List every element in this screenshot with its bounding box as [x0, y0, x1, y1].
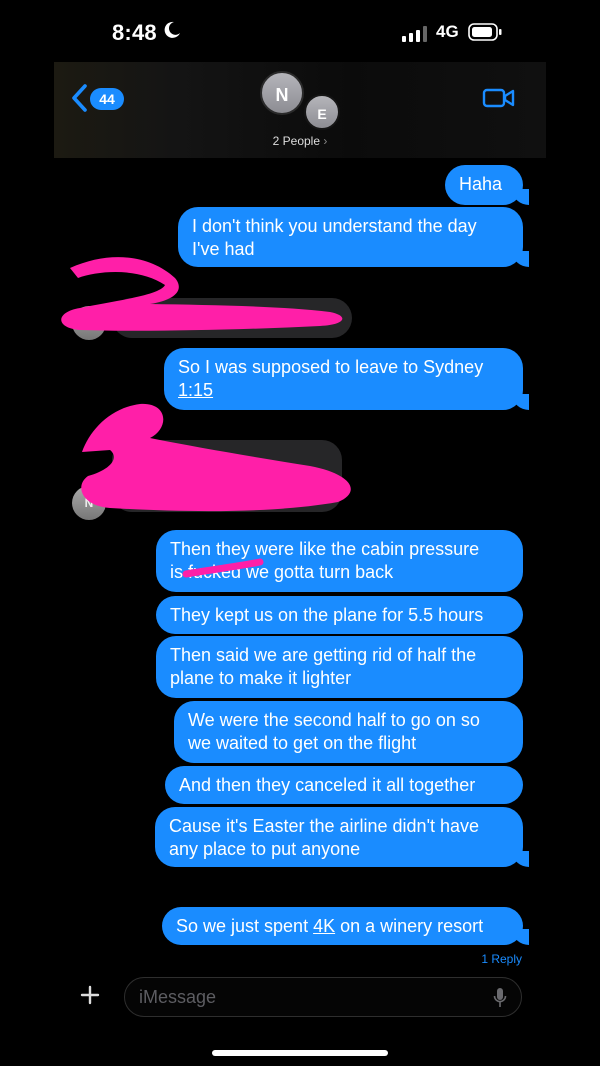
avatar-e[interactable]: E — [304, 94, 340, 130]
plus-icon[interactable] — [78, 983, 102, 1007]
message-text: Cause it's Easter the airline didn't hav… — [169, 816, 480, 836]
message-text: I don't think you understand the day — [192, 216, 477, 236]
message-text: We were the second half to go on so — [188, 710, 480, 730]
message-text: is fucked we gotta turn back — [170, 562, 394, 582]
message-text: So I was supposed to leave to Sydney — [178, 357, 484, 377]
time-link[interactable]: 1:15 — [178, 379, 509, 402]
message-bubble[interactable]: Cause it's Easter the airline didn't hav… — [155, 807, 529, 867]
avatar-n[interactable]: N — [260, 71, 304, 115]
message-text: ut Sat — [236, 475, 284, 495]
microphone-icon[interactable] — [493, 987, 507, 1009]
signal-icon — [402, 26, 427, 42]
message-bubble[interactable]: They kept us on the plane for 5.5 hours — [156, 596, 523, 634]
network-label: 4G — [436, 22, 459, 41]
message-bubble[interactable]: Then they were like the cabin pressure i… — [156, 530, 523, 592]
chevron-left-icon — [72, 84, 87, 112]
moon-icon — [164, 21, 180, 38]
message-text: I've had — [192, 239, 255, 259]
message-text: we waited to get on the flight — [188, 733, 417, 753]
incoming-message-bubble[interactable]: pp — [112, 298, 352, 338]
incoming-message-bubble[interactable]: ut Sat — [112, 440, 342, 512]
unread-count-badge: 44 — [90, 88, 124, 110]
input-placeholder: iMessage — [139, 987, 217, 1007]
sender-avatar[interactable]: N — [72, 306, 106, 340]
message-text: plane to make it lighter — [170, 668, 352, 688]
message-text: any place to put anyone — [169, 839, 361, 859]
message-input[interactable]: iMessage — [124, 977, 522, 1017]
message-text: Haha — [459, 174, 503, 194]
message-bubble[interactable]: So I was supposed to leave to Sydney 1:1… — [164, 348, 529, 410]
message-text: So we just spent — [176, 916, 314, 936]
status-time: 8:48 — [112, 20, 157, 45]
home-indicator — [212, 1050, 388, 1056]
message-bubble[interactable]: We were the second half to go on so we w… — [174, 701, 523, 763]
sender-avatar[interactable]: N — [72, 486, 106, 520]
amount-link[interactable]: 4K — [313, 916, 335, 936]
message-text: pp — [274, 307, 295, 327]
back-button[interactable]: 44 — [68, 82, 128, 114]
message-text: Then they were like the cabin pressure — [170, 539, 480, 559]
chevron-right-icon: › — [323, 134, 328, 148]
battery-icon — [468, 23, 502, 41]
video-call-icon[interactable] — [482, 86, 516, 110]
message-bubble[interactable]: And then they canceled it all together — [165, 766, 523, 804]
message-text: Then said we are getting rid of half the — [170, 645, 477, 665]
message-text: They kept us on the plane for 5.5 hours — [170, 605, 484, 625]
reply-count-link[interactable]: 1 Reply — [481, 952, 522, 966]
group-details-link[interactable]: 2 People › — [250, 134, 350, 148]
message-bubble[interactable]: So we just spent 4K on a winery resort — [162, 907, 529, 945]
message-bubble[interactable]: Then said we are getting rid of half the… — [156, 636, 523, 698]
message-bubble[interactable]: I don't think you understand the day I'v… — [178, 207, 529, 267]
group-label: 2 People — [272, 134, 321, 148]
message-text: on a winery resort — [335, 916, 484, 936]
message-text: And then they canceled it all together — [179, 775, 476, 795]
message-bubble[interactable]: Haha — [445, 165, 529, 205]
